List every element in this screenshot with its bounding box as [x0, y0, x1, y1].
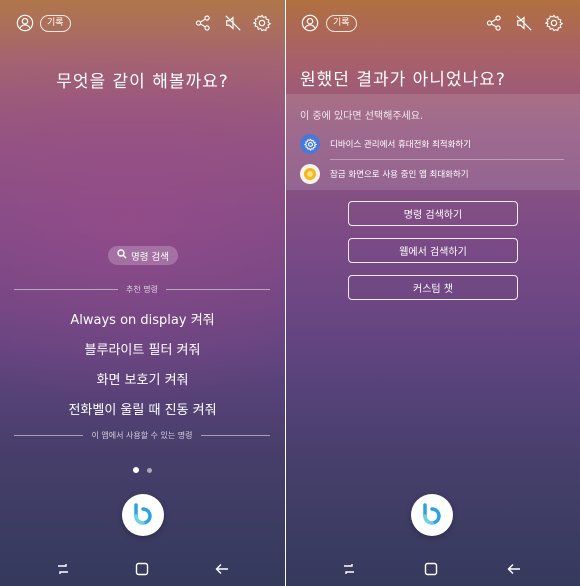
speaker-mute-icon[interactable] [514, 13, 534, 33]
bixby-b-icon [134, 503, 152, 525]
option-lock-screen-app[interactable]: 잠금 화면으로 사용 중인 앱 최대화하기 [300, 160, 564, 188]
option-label: 잠금 화면으로 사용 중인 앱 최대화하기 [330, 170, 469, 180]
option-label: 디바이스 관리에서 휴대전화 최적화하기 [330, 140, 472, 150]
navigation-bar [0, 556, 285, 582]
page-title: 원했던 결과가 아니었나요? [300, 70, 506, 90]
page-title: 무엇을 같이 해볼까요? [56, 72, 229, 92]
custom-chat-button[interactable]: 커스텀 챗 [348, 275, 518, 300]
back-arrow-icon[interactable] [506, 561, 522, 577]
back-arrow-icon[interactable] [214, 561, 230, 577]
navigation-bar [286, 556, 580, 582]
device-care-icon [300, 134, 320, 154]
option-device-care[interactable]: 디바이스 관리에서 휴대전화 최적화하기 [300, 130, 564, 158]
right-screen: 기록 원했던 결과가 아니었나요? 이 중에 있다면 선택해주세요. 디바이스 … [286, 0, 580, 586]
suggestion-item[interactable]: 블루라이트 필터 켜줘 [0, 339, 285, 358]
app-commands-header: 이 앱에서 사용할 수 있는 명령 [14, 430, 271, 440]
page-dot[interactable] [147, 467, 152, 473]
command-search-button[interactable]: 명령 검색하기 [348, 201, 518, 226]
page-indicator[interactable] [133, 467, 152, 473]
search-icon [117, 249, 127, 262]
suggestion-item[interactable]: Always on display 켜줘 [0, 309, 285, 328]
page-dot[interactable] [133, 467, 139, 473]
suggestion-item[interactable]: 전화벨이 울릴 때 진동 켜줘 [0, 399, 285, 418]
share-icon[interactable] [484, 13, 504, 33]
web-search-button[interactable]: 웹에서 검색하기 [348, 238, 518, 263]
recent-apps-icon[interactable] [55, 561, 71, 577]
bixby-button[interactable] [411, 494, 453, 536]
history-button[interactable]: 기록 [40, 15, 71, 32]
home-square-icon[interactable] [423, 561, 439, 577]
history-button[interactable]: 기록 [326, 15, 357, 32]
left-screen: 기록 무엇을 같이 해볼까요? 명령 검색 추천 명령 Always on di… [0, 0, 285, 586]
home-square-icon[interactable] [134, 561, 150, 577]
lock-screen-app-icon [300, 164, 320, 184]
list-header: 이 중에 있다면 선택해주세요. [300, 111, 424, 122]
command-search-label: 명령 검색 [131, 251, 169, 263]
person-circle-icon[interactable] [300, 13, 320, 33]
gear-icon[interactable] [252, 13, 272, 33]
recommended-header: 추천 명령 [14, 284, 271, 294]
share-icon[interactable] [193, 13, 213, 33]
bixby-button[interactable] [122, 494, 164, 536]
command-search-button[interactable]: 명령 검색 [108, 246, 178, 265]
bixby-b-icon [423, 503, 441, 525]
speaker-mute-icon[interactable] [223, 13, 243, 33]
recent-apps-icon[interactable] [341, 561, 357, 577]
gear-icon[interactable] [544, 13, 564, 33]
person-circle-icon[interactable] [15, 13, 35, 33]
suggestion-item[interactable]: 화면 보호기 켜줘 [0, 369, 285, 388]
